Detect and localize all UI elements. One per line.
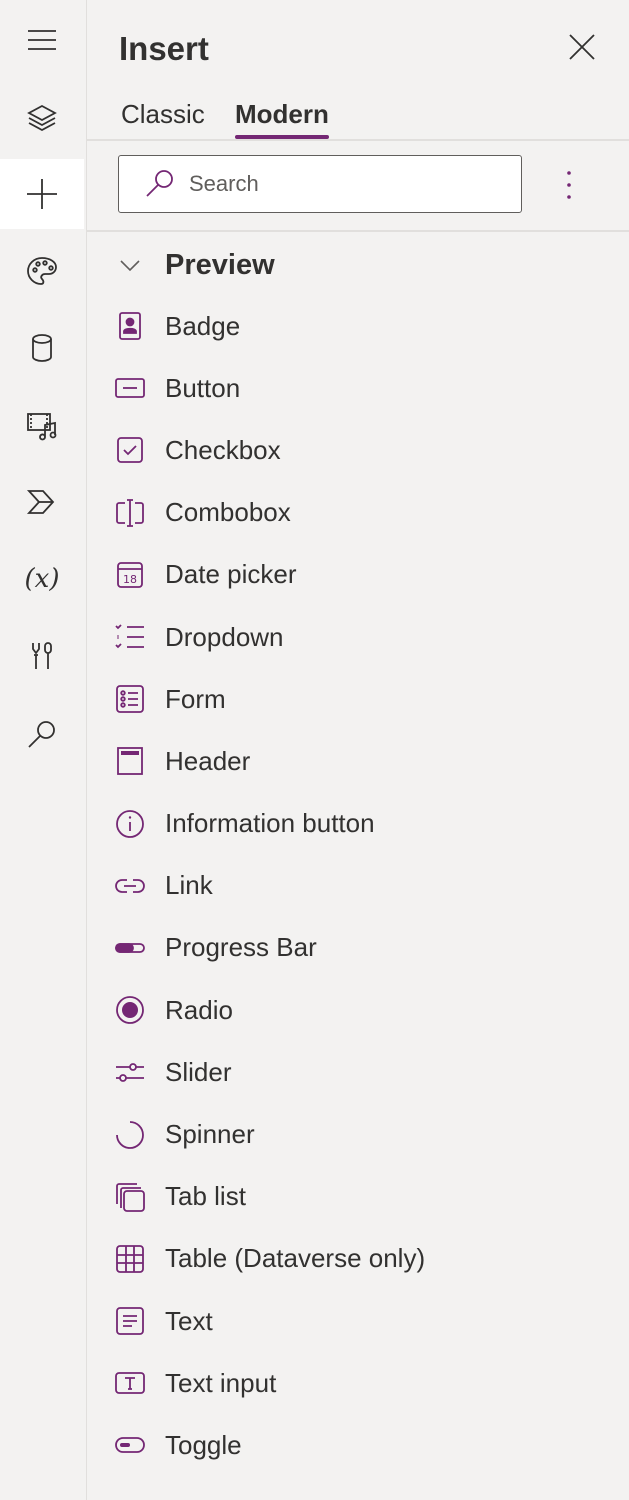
list-item-header[interactable]: Header bbox=[87, 730, 629, 792]
dropdown-list-icon bbox=[113, 620, 147, 654]
list-item-label: Badge bbox=[165, 310, 241, 341]
list-item-label: Toggle bbox=[165, 1429, 242, 1460]
toggle-icon bbox=[113, 1428, 147, 1462]
list-item-button[interactable]: Button bbox=[87, 357, 629, 419]
list-item-label: Header bbox=[165, 745, 251, 776]
database-icon[interactable] bbox=[0, 313, 84, 383]
header-icon bbox=[113, 744, 147, 778]
list-item-badge[interactable]: Badge bbox=[87, 295, 629, 357]
checkbox-icon bbox=[113, 433, 147, 467]
control-list: Badge Button Checkbox Combobox 18 Date p… bbox=[87, 295, 629, 1477]
panel-title: Insert bbox=[119, 30, 209, 67]
list-item-progress-bar[interactable]: Progress Bar bbox=[87, 917, 629, 979]
chevron-down-icon bbox=[120, 260, 140, 272]
list-item-form[interactable]: Form bbox=[87, 668, 629, 730]
list-item-label: Combobox bbox=[165, 497, 291, 528]
menu-icon[interactable] bbox=[0, 5, 84, 75]
combobox-icon bbox=[113, 496, 147, 530]
list-item-toggle[interactable]: Toggle bbox=[87, 1414, 629, 1476]
list-item-date-picker[interactable]: 18 Date picker bbox=[87, 544, 629, 606]
list-item-label: Text bbox=[165, 1305, 213, 1336]
list-item-label: Spinner bbox=[165, 1119, 255, 1150]
list-item-label: Button bbox=[165, 372, 241, 403]
list-item-label: Radio bbox=[165, 994, 233, 1025]
table-icon bbox=[113, 1242, 147, 1276]
spinner-icon bbox=[113, 1118, 147, 1152]
list-item-combobox[interactable]: Combobox bbox=[87, 482, 629, 544]
list-item-label: Table (Dataverse only) bbox=[165, 1243, 426, 1274]
calendar-icon: 18 bbox=[113, 558, 147, 592]
svg-text:18: 18 bbox=[123, 573, 137, 586]
list-item-label: Form bbox=[165, 683, 226, 714]
palette-icon[interactable] bbox=[0, 236, 84, 306]
layers-icon[interactable] bbox=[0, 82, 84, 152]
list-item-link[interactable]: Link bbox=[87, 855, 629, 917]
list-item-dropdown[interactable]: Dropdown bbox=[87, 606, 629, 668]
form-icon bbox=[113, 682, 147, 716]
variables-icon[interactable]: (x) bbox=[0, 544, 84, 614]
text-icon bbox=[113, 1304, 147, 1338]
list-item-label: Information button bbox=[165, 808, 375, 839]
more-options-icon[interactable] bbox=[557, 165, 581, 205]
slider-icon bbox=[113, 1055, 147, 1089]
text-input-icon bbox=[113, 1366, 147, 1400]
tab-classic[interactable]: Classic bbox=[121, 99, 205, 130]
search-placeholder: Search bbox=[189, 171, 259, 196]
section-header-preview[interactable]: Preview bbox=[117, 243, 275, 287]
list-item-text-input[interactable]: Text input bbox=[87, 1352, 629, 1414]
list-item-information-button[interactable]: Information button bbox=[87, 793, 629, 855]
list-item-table[interactable]: Table (Dataverse only) bbox=[87, 1228, 629, 1290]
tools-icon[interactable] bbox=[0, 621, 84, 691]
tab-modern[interactable]: Modern bbox=[235, 99, 329, 139]
list-item-label: Tab list bbox=[165, 1181, 246, 1212]
tab-list-icon bbox=[113, 1180, 147, 1214]
list-item-label: Text input bbox=[165, 1367, 277, 1398]
list-item-label: Slider bbox=[165, 1056, 232, 1087]
link-icon bbox=[113, 869, 147, 903]
list-item-spinner[interactable]: Spinner bbox=[87, 1103, 629, 1165]
search-input[interactable]: Search bbox=[118, 155, 522, 213]
info-icon bbox=[113, 807, 147, 841]
search-icon[interactable] bbox=[0, 700, 84, 770]
power-automate-icon[interactable] bbox=[0, 467, 84, 537]
left-rail: (x) bbox=[0, 0, 87, 1500]
add-icon[interactable] bbox=[0, 159, 84, 229]
tab-bar: Classic Modern bbox=[87, 95, 629, 141]
progress-bar-icon bbox=[113, 931, 147, 965]
list-item-checkbox[interactable]: Checkbox bbox=[87, 419, 629, 481]
list-item-radio[interactable]: Radio bbox=[87, 979, 629, 1041]
insert-panel: Insert Classic Modern Search Preview Bad… bbox=[87, 0, 629, 1500]
badge-icon bbox=[113, 309, 147, 343]
list-item-label: Checkbox bbox=[165, 434, 281, 465]
close-icon[interactable] bbox=[565, 30, 599, 64]
button-icon bbox=[113, 371, 147, 405]
list-item-label: Link bbox=[165, 870, 213, 901]
search-icon bbox=[146, 170, 173, 197]
list-item-text[interactable]: Text bbox=[87, 1290, 629, 1352]
list-item-label: Dropdown bbox=[165, 621, 284, 652]
list-item-tab-list[interactable]: Tab list bbox=[87, 1166, 629, 1228]
section-label: Preview bbox=[165, 248, 275, 281]
radio-icon bbox=[113, 993, 147, 1027]
list-item-label: Date picker bbox=[165, 559, 297, 590]
list-item-label: Progress Bar bbox=[165, 932, 317, 963]
divider bbox=[87, 230, 629, 232]
list-item-slider[interactable]: Slider bbox=[87, 1041, 629, 1103]
media-icon[interactable] bbox=[0, 390, 84, 460]
